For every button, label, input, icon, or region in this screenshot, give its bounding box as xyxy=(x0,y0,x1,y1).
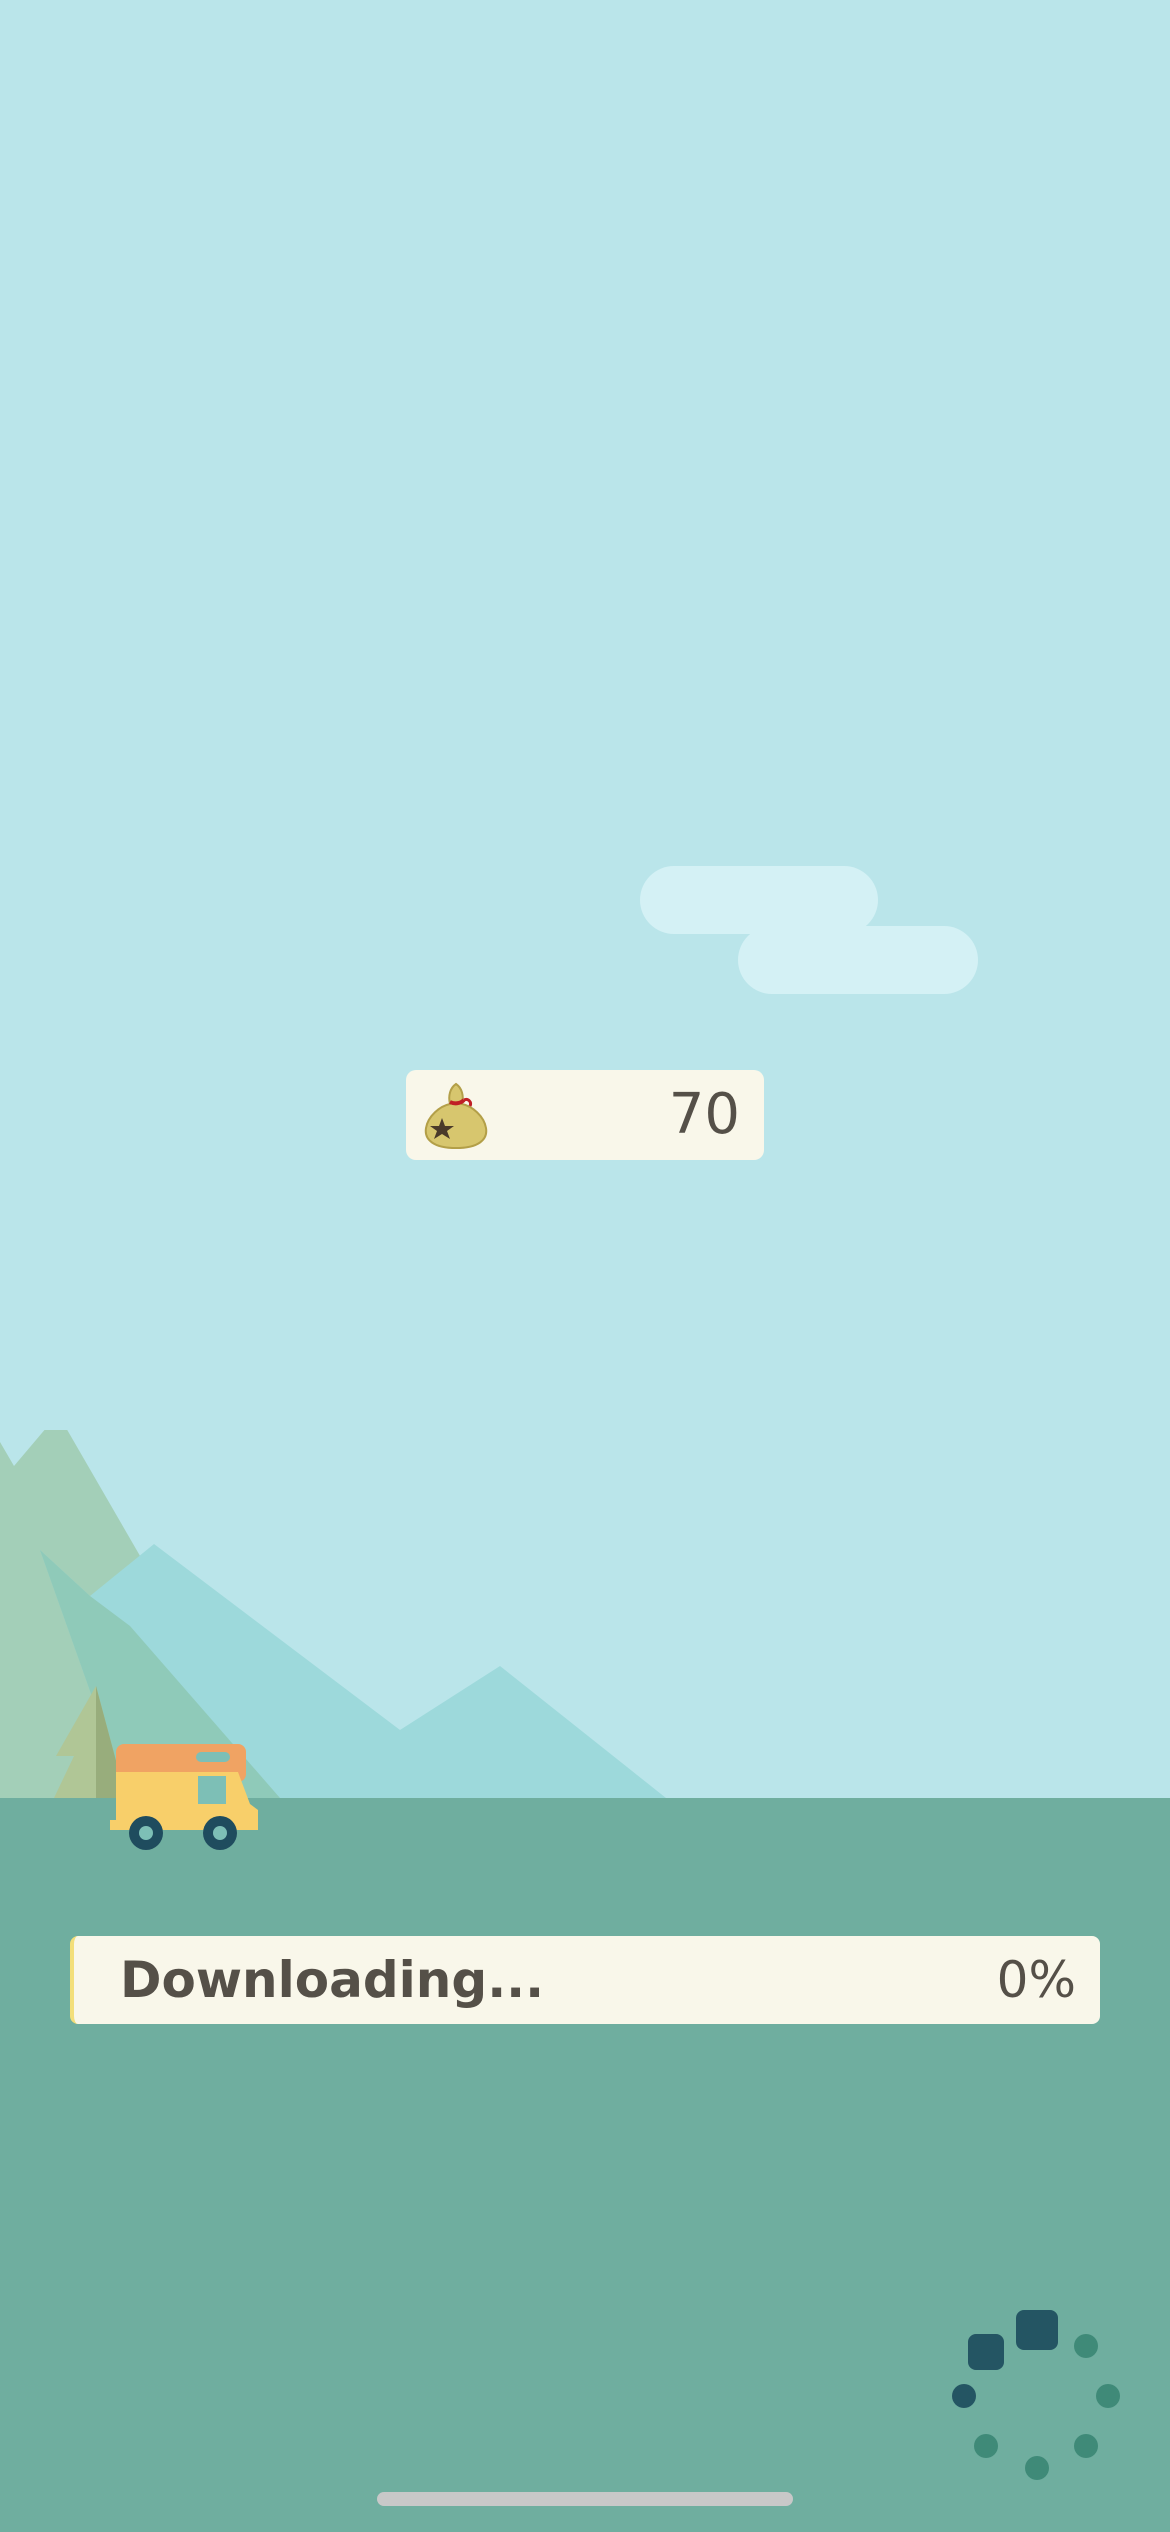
download-progress-bar: Downloading... 0% xyxy=(70,1936,1100,2024)
cloud-icon xyxy=(640,866,878,934)
bells-count: 70 xyxy=(668,1082,740,1147)
home-indicator[interactable] xyxy=(377,2492,793,2506)
bells-counter: 70 xyxy=(406,1070,764,1160)
download-percent: 0% xyxy=(996,1951,1076,2009)
bell-bag-icon xyxy=(424,1082,488,1150)
camper-van-icon xyxy=(110,1744,258,1850)
cloud-icon xyxy=(738,926,978,994)
download-status-label: Downloading... xyxy=(120,1951,545,2009)
loading-spinner-icon xyxy=(952,2310,1120,2480)
